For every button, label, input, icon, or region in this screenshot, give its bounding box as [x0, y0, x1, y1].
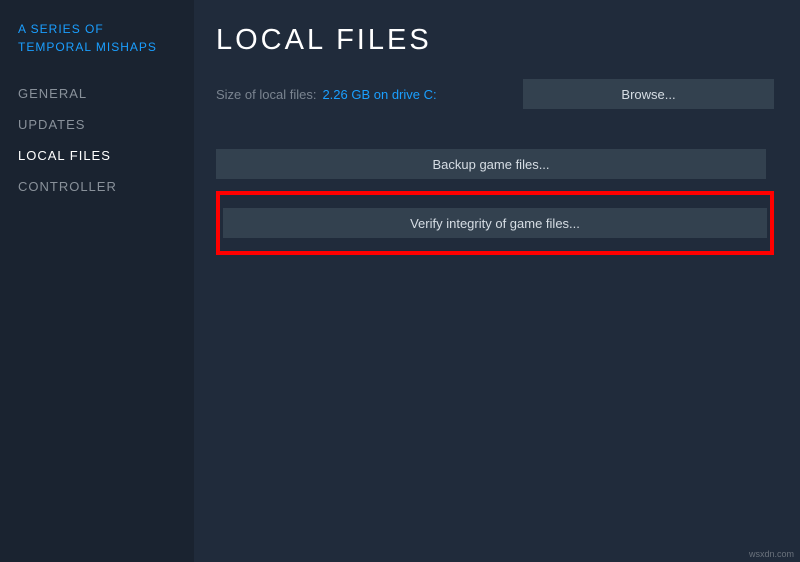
verify-button[interactable]: Verify integrity of game files... — [223, 208, 767, 238]
backup-button[interactable]: Backup game files... — [216, 149, 766, 179]
window: A SERIES OF TEMPORAL MISHAPS GENERAL UPD… — [0, 0, 800, 562]
nav-item-general[interactable]: GENERAL — [18, 78, 194, 109]
highlight-annotation: Verify integrity of game files... — [216, 191, 774, 255]
sidebar: A SERIES OF TEMPORAL MISHAPS GENERAL UPD… — [0, 0, 194, 562]
game-title: A SERIES OF TEMPORAL MISHAPS — [18, 20, 194, 56]
size-row: Size of local files: 2.26 GB on drive C:… — [216, 79, 774, 109]
watermark: wsxdn.com — [749, 549, 794, 559]
size-label: Size of local files: — [216, 87, 316, 102]
main-panel: LOCAL FILES Size of local files: 2.26 GB… — [194, 0, 800, 562]
nav-item-updates[interactable]: UPDATES — [18, 109, 194, 140]
browse-button[interactable]: Browse... — [523, 79, 774, 109]
page-title: LOCAL FILES — [216, 24, 774, 57]
nav-item-local-files[interactable]: LOCAL FILES — [18, 140, 194, 171]
size-value: 2.26 GB on drive C: — [322, 87, 436, 102]
nav-item-controller[interactable]: CONTROLLER — [18, 171, 194, 202]
